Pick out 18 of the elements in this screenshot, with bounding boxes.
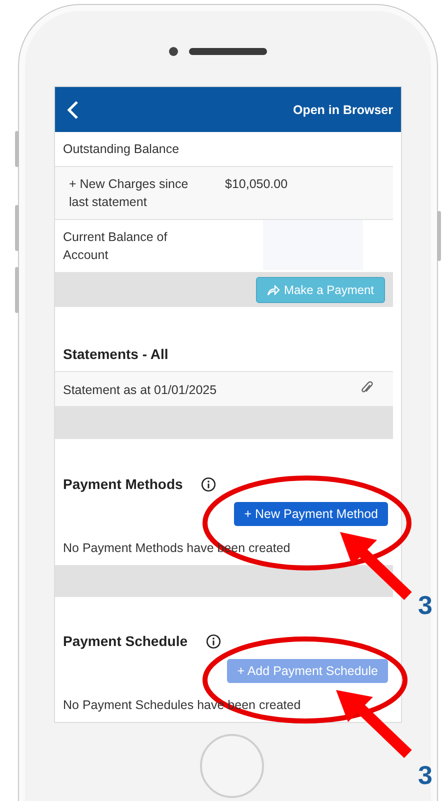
share-arrow-icon [266, 284, 280, 296]
info-icon[interactable] [200, 476, 216, 492]
section-title: Statements - All [63, 346, 168, 362]
camera-dot [169, 47, 178, 56]
balance-value: $10,050.00 [225, 176, 289, 193]
section-title: Payment Schedule [63, 633, 188, 649]
balance-label: Current Balance of Account [63, 229, 168, 264]
pointer-arrow [340, 532, 412, 600]
paperclip-icon[interactable] [361, 381, 373, 395]
step-label: 3 [418, 760, 432, 791]
info-icon[interactable] [206, 634, 220, 648]
balance-label: + New Charges since last statement [68, 176, 190, 211]
back-icon[interactable] [67, 100, 79, 120]
section-title: Payment Methods [63, 476, 183, 492]
step-label: 3 [418, 590, 432, 621]
empty-message: No Payment Schedules have been created [63, 697, 301, 714]
open-in-browser-link[interactable]: Open in Browser [292, 102, 393, 116]
balance-label: Outstanding Balance [63, 141, 180, 158]
